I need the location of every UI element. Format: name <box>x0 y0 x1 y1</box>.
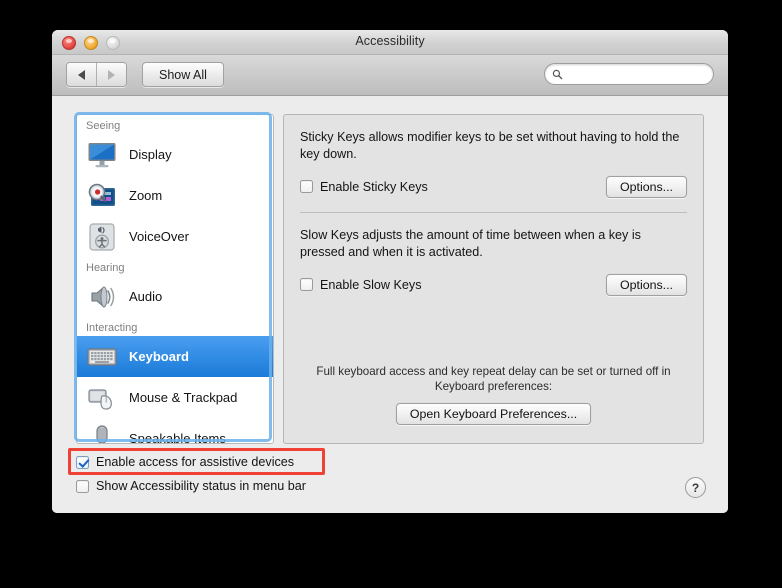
enable-slow-keys-label: Enable Slow Keys <box>320 277 422 292</box>
options-label: Options... <box>619 179 673 194</box>
options-label: Options... <box>619 277 673 292</box>
help-label: ? <box>691 480 700 495</box>
enable-assistive-devices-label: Enable access for assistive devices <box>96 455 295 469</box>
slow-keys-description: Slow Keys adjusts the amount of time bet… <box>300 227 641 260</box>
triangle-left-icon <box>78 69 85 80</box>
sidebar-item-label: Zoom <box>129 188 163 203</box>
sidebar-item-label: Keyboard <box>129 349 189 364</box>
sidebar-item-voiceover[interactable]: VoiceOver <box>77 216 273 257</box>
sidebar-item-label: VoiceOver <box>129 229 189 244</box>
enable-sticky-keys-label: Enable Sticky Keys <box>320 179 428 194</box>
sidebar-item-keyboard[interactable]: Keyboard <box>77 336 273 377</box>
sticky-keys-controls: Enable Sticky Keys Options... <box>300 175 687 198</box>
category-sidebar[interactable]: Seeing Display Zoom VoiceOver Hearing Au… <box>76 114 274 444</box>
window-toolbar: Show All <box>52 55 728 96</box>
mouse-icon <box>88 388 112 410</box>
keyboard-icon <box>87 347 117 366</box>
slow-keys-options-button[interactable]: Options... <box>605 273 687 296</box>
back-button[interactable] <box>67 63 96 86</box>
enable-slow-keys-checkbox[interactable]: Enable Slow Keys <box>300 278 422 292</box>
sidebar-container: Seeing Display Zoom VoiceOver Hearing Au… <box>74 112 274 444</box>
open-keyboard-preferences-button[interactable]: Open Keyboard Preferences... <box>395 403 592 425</box>
slow-keys-controls: Enable Slow Keys Options... <box>300 273 687 296</box>
sidebar-item-label: Display <box>129 147 172 162</box>
triangle-right-icon <box>108 69 115 80</box>
microphone-icon <box>96 424 108 443</box>
sidebar-group-hearing-label: Hearing <box>86 262 125 274</box>
sidebar-item-zoom[interactable]: Zoom <box>77 175 273 216</box>
sidebar-group-interacting-label: Interacting <box>86 322 138 334</box>
open-keyboard-preferences-label: Open Keyboard Preferences... <box>409 407 578 421</box>
accessibility-window: Accessibility Show All Seeing Display Zo… <box>52 30 728 513</box>
search-input[interactable] <box>567 67 701 81</box>
sidebar-item-label: Mouse & Trackpad <box>129 390 238 405</box>
zoom-icon <box>88 183 115 206</box>
help-button[interactable]: ? <box>685 477 706 498</box>
voiceover-icon <box>89 222 115 251</box>
window-body: Seeing Display Zoom VoiceOver Hearing Au… <box>52 96 728 513</box>
magnifier-icon <box>552 69 563 79</box>
window-title: Accessibility <box>355 34 425 48</box>
screen: Accessibility Show All Seeing Display Zo… <box>0 0 782 588</box>
sticky-keys-options-button[interactable]: Options... <box>605 175 687 198</box>
show-all-label: Show All <box>159 67 207 82</box>
sidebar-item-label: Audio <box>129 289 163 304</box>
settings-panel: Sticky Keys allows modifier keys to be s… <box>283 114 704 444</box>
audio-icon <box>91 285 115 308</box>
checkbox-box <box>300 278 313 291</box>
sidebar-item-audio[interactable]: Audio <box>77 276 273 317</box>
show-all-button[interactable]: Show All <box>142 62 224 87</box>
keyboard-preferences-footnote: Full keyboard access and key repeat dela… <box>300 364 687 425</box>
navigation-button-group <box>66 62 127 87</box>
sidebar-item-label: Speakable Items <box>129 431 226 444</box>
enable-assistive-devices-checkbox[interactable]: Enable access for assistive devices <box>76 452 696 472</box>
footnote-text: Full keyboard access and key repeat dela… <box>316 364 671 394</box>
display-icon <box>88 142 116 167</box>
sidebar-item-speakable-items[interactable]: Speakable Items <box>77 418 273 444</box>
search-field[interactable] <box>544 63 714 85</box>
sticky-keys-section: Sticky Keys allows modifier keys to be s… <box>284 115 703 198</box>
checkbox-box <box>76 479 89 493</box>
show-status-menu-bar-checkbox[interactable]: Show Accessibility status in menu bar <box>76 476 696 496</box>
window-titlebar: Accessibility <box>52 30 728 55</box>
bottom-options: Enable access for assistive devices Show… <box>68 448 696 496</box>
show-status-menu-bar-label: Show Accessibility status in menu bar <box>96 479 306 493</box>
forward-button[interactable] <box>96 63 126 86</box>
checkbox-box <box>76 455 89 469</box>
sidebar-group-seeing-label: Seeing <box>86 120 121 132</box>
sidebar-item-mouse-trackpad[interactable]: Mouse & Trackpad <box>77 377 273 418</box>
enable-sticky-keys-checkbox[interactable]: Enable Sticky Keys <box>300 180 428 194</box>
sticky-keys-description: Sticky Keys allows modifier keys to be s… <box>300 130 680 162</box>
slow-keys-section: Slow Keys adjusts the amount of time bet… <box>284 213 703 296</box>
sidebar-item-display[interactable]: Display <box>77 134 273 175</box>
checkbox-box <box>300 180 313 194</box>
